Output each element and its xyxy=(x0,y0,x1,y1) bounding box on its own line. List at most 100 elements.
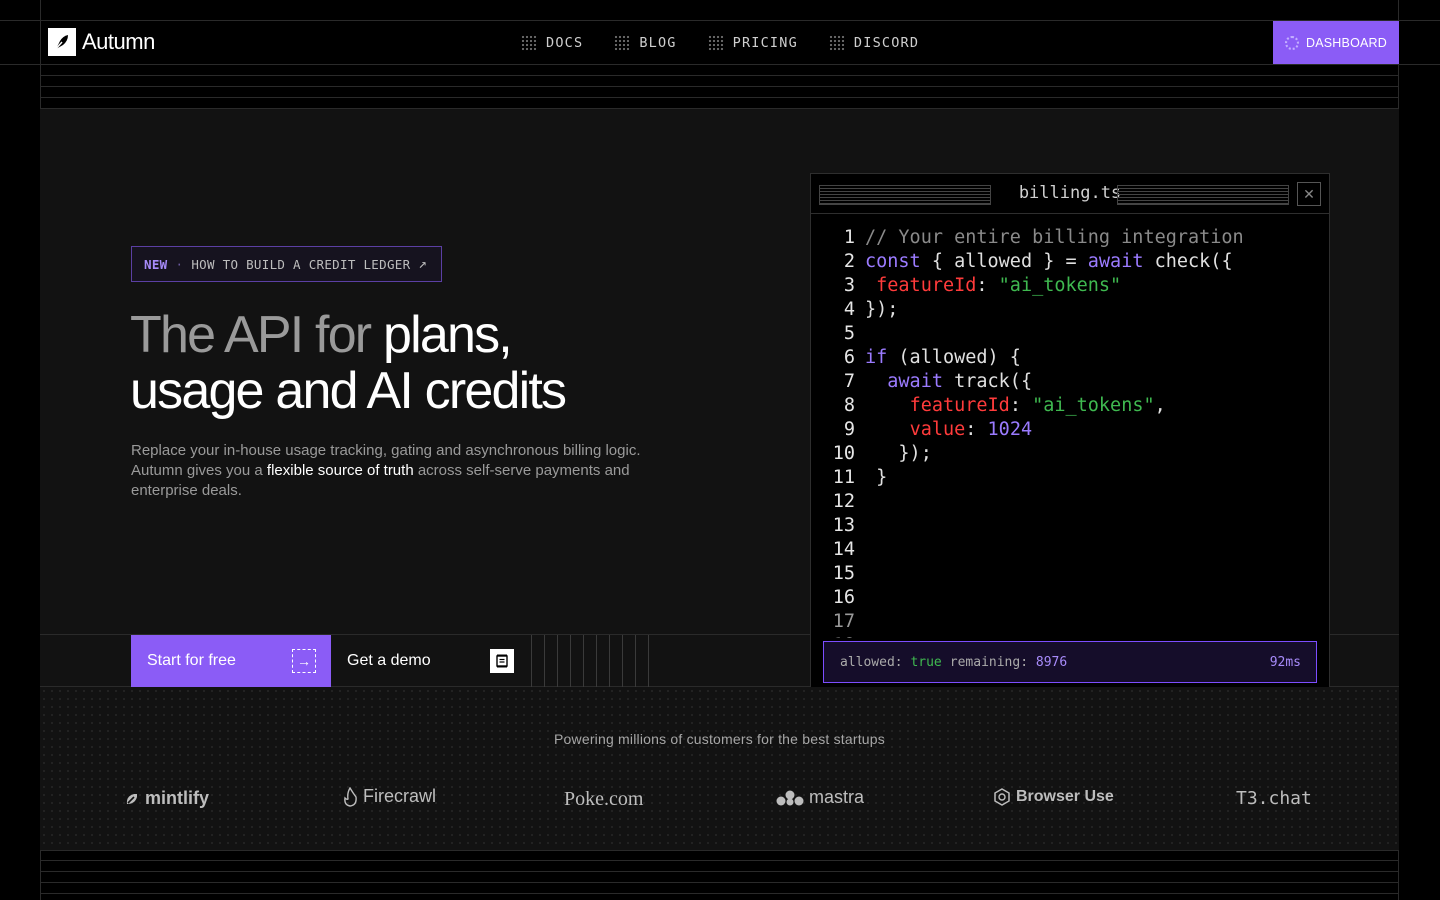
nav-link-label: BLOG xyxy=(639,34,677,51)
nav-link-label: DISCORD xyxy=(853,34,920,51)
line-number: 8 xyxy=(843,395,855,416)
result-status-bar: allowed: true remaining: 8976 92ms xyxy=(823,641,1317,683)
browser-use-icon xyxy=(994,788,1010,806)
header-stripe-right xyxy=(1117,185,1289,205)
code-line: 2 const { allowed } = await check({ xyxy=(811,250,1329,274)
logo-t3chat: T3.chat xyxy=(1236,788,1312,809)
line-number: 14 xyxy=(832,539,855,560)
line-number: 16 xyxy=(832,587,855,608)
code-window-header: billing.ts ✕ xyxy=(811,174,1329,214)
leaf-icon xyxy=(48,28,76,56)
code-line: 4}); xyxy=(811,298,1329,322)
badge-separator: · xyxy=(175,256,184,272)
code-line: 6 if (allowed) { xyxy=(811,346,1329,370)
dashboard-button[interactable]: DASHBOARD xyxy=(1273,21,1399,64)
code-editor: 1// Your entire billing integration 2 con… xyxy=(811,226,1329,638)
brand-logo[interactable]: Autumn xyxy=(48,28,155,56)
close-icon[interactable]: ✕ xyxy=(1297,182,1321,206)
code-line: 8 featureId: "ai_tokens", xyxy=(811,394,1329,418)
code-line: 12 xyxy=(811,490,1329,514)
line-number: 18 xyxy=(811,634,859,638)
grid-line xyxy=(40,882,1399,883)
line-number: 6 xyxy=(843,347,855,368)
logo-label: Browser Use xyxy=(1016,788,1114,805)
code-line: 14 xyxy=(811,538,1329,562)
grid-dots-icon xyxy=(614,34,631,51)
logo-poke: Poke.com xyxy=(564,788,643,811)
line-number: 7 xyxy=(843,371,855,392)
start-label: Start for free xyxy=(147,652,236,669)
grid-dots-icon xyxy=(521,34,537,51)
badge-text: HOW TO BUILD A CREDIT LEDGER xyxy=(191,256,411,272)
grid-line xyxy=(40,893,1399,894)
nav-link-blog[interactable]: BLOG xyxy=(614,34,677,51)
grid-line xyxy=(40,75,1399,76)
arrow-up-right-icon: ↗ xyxy=(418,256,428,272)
logos-caption: Powering millions of customers for the b… xyxy=(554,731,885,747)
nav-link-pricing[interactable]: PRICING xyxy=(707,34,798,51)
badge-new-tag: NEW xyxy=(144,256,168,272)
code-line: 7 await track({ xyxy=(811,370,1329,394)
grid-dots-icon xyxy=(828,34,845,51)
line-number: 1 xyxy=(843,227,855,248)
logo-label: mastra xyxy=(809,787,865,807)
logo-mintlify: mintlify xyxy=(124,788,209,809)
calendar-icon xyxy=(490,649,514,673)
logo-browser-use: Browser Use xyxy=(993,788,1114,806)
start-for-free-button[interactable]: Start for free → xyxy=(131,635,331,687)
nav-links: DOCS BLOG PRICING DISCORD xyxy=(521,21,950,64)
code-line: 3 featureId: "ai_tokens" xyxy=(811,274,1329,298)
status-remaining-key: remaining: xyxy=(949,654,1029,670)
nav-link-docs[interactable]: DOCS xyxy=(521,34,584,51)
status-latency: 92ms xyxy=(1269,654,1301,670)
hero-subtitle: Replace your in-house usage tracking, ga… xyxy=(131,441,661,501)
spinner-dots-icon xyxy=(1285,35,1299,50)
nav-link-label: PRICING xyxy=(732,34,798,51)
grid-line xyxy=(40,871,1399,872)
announcement-badge[interactable]: NEW · HOW TO BUILD A CREDIT LEDGER ↗ xyxy=(131,246,443,282)
nav-link-label: DOCS xyxy=(546,34,584,51)
code-line: 13 xyxy=(811,514,1329,538)
code-line: 17 xyxy=(811,610,1329,634)
headline-muted: The API for xyxy=(130,306,372,364)
line-number: 9 xyxy=(843,419,855,440)
grid-line xyxy=(40,860,1399,861)
line-number: 17 xyxy=(832,611,855,632)
grid-line xyxy=(40,86,1399,87)
line-number: 2 xyxy=(843,251,855,272)
headline-bright-1: plans, xyxy=(382,306,513,364)
flame-icon xyxy=(344,786,357,807)
arrow-right-icon: → xyxy=(292,649,316,673)
get-a-demo-button[interactable]: Get a demo xyxy=(331,635,531,687)
customer-logos-section: Powering millions of customers for the b… xyxy=(40,687,1399,851)
line-number: 11 xyxy=(832,467,855,488)
line-number: 4 xyxy=(843,299,855,320)
code-line: 11 } xyxy=(811,466,1329,490)
line-number: 12 xyxy=(832,491,855,512)
code-line: 10 }); xyxy=(811,442,1329,466)
mastra-icon xyxy=(776,790,804,805)
code-line: 18 xyxy=(811,634,1329,638)
top-nav: Autumn DOCS BLOG PRICING DISCORD DASHBOA… xyxy=(0,20,1440,65)
logo-firecrawl: Firecrawl xyxy=(343,786,436,807)
code-window: billing.ts ✕ 1// Your entire billing int… xyxy=(810,173,1330,694)
line-number: 3 xyxy=(843,275,855,296)
code-line: 15 xyxy=(811,562,1329,586)
logo-label: Firecrawl xyxy=(363,786,437,806)
logo-label: T3.chat xyxy=(1236,788,1312,809)
status-allowed-value: true xyxy=(910,654,942,670)
line-number: 10 xyxy=(832,443,855,464)
code-line: 1// Your entire billing integration xyxy=(811,226,1329,250)
demo-label: Get a demo xyxy=(347,652,431,669)
logo-label: mintlify xyxy=(145,788,210,808)
headline-bright-2: usage and AI credits xyxy=(130,362,567,420)
logo-label: Poke.com xyxy=(564,788,644,810)
decorative-ticks xyxy=(531,635,661,687)
dashboard-label: DASHBOARD xyxy=(1306,35,1387,50)
code-line: 16 xyxy=(811,586,1329,610)
line-number: 15 xyxy=(832,563,855,584)
status-remaining-value: 8976 xyxy=(1035,654,1068,670)
nav-link-discord[interactable]: DISCORD xyxy=(828,34,920,51)
line-number: 13 xyxy=(832,515,855,536)
logo-mastra: mastra xyxy=(776,787,864,808)
